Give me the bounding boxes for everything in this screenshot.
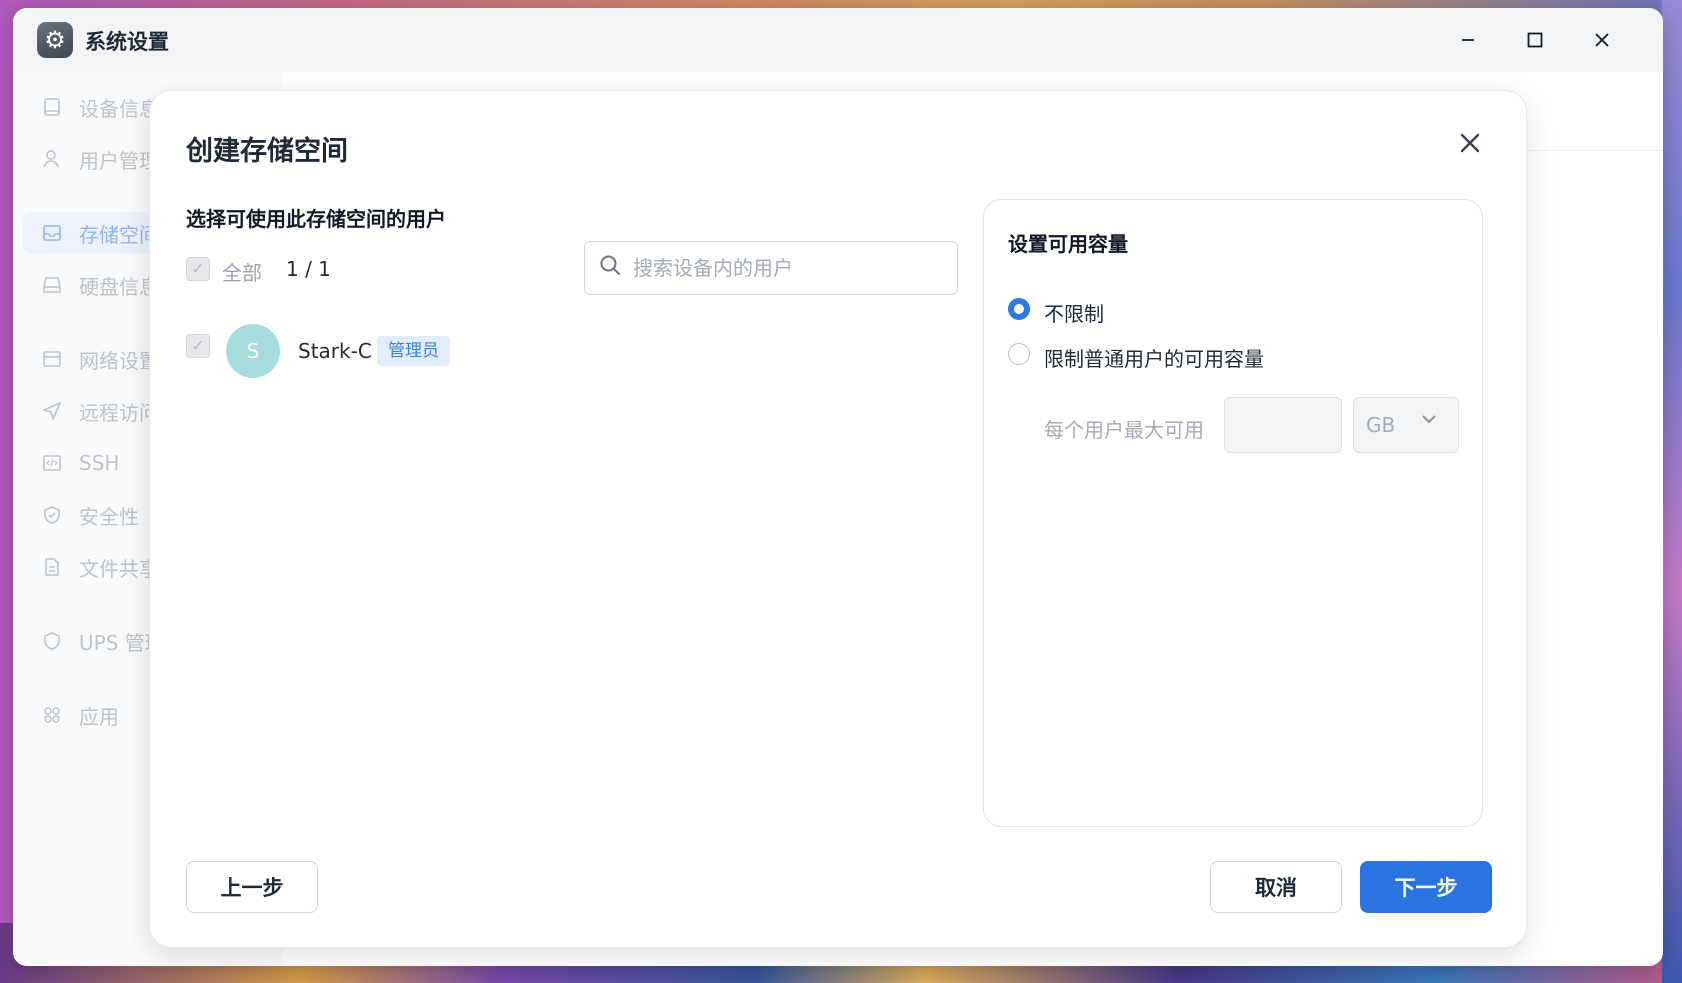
- user-name: Stark-C: [298, 339, 372, 363]
- select-all-label: 全部: [222, 261, 262, 285]
- capacity-title: 设置可用容量: [1008, 232, 1128, 256]
- max-capacity-label: 每个用户最大可用: [1044, 418, 1204, 442]
- unit-value: GB: [1366, 413, 1396, 437]
- users-section-title: 选择可使用此存储空间的用户: [186, 207, 446, 231]
- close-icon: [1595, 33, 1609, 47]
- next-step-button[interactable]: 下一步: [1360, 861, 1492, 913]
- maximize-icon: [1527, 32, 1543, 48]
- minimize-button[interactable]: [1450, 24, 1486, 56]
- create-storage-dialog: 创建存储空间 选择可使用此存储空间的用户 ✓ 全部 1 / 1 ✓ S Star…: [149, 90, 1527, 948]
- search-icon: [599, 254, 621, 282]
- dialog-close-button[interactable]: [1452, 125, 1488, 161]
- close-icon: [1460, 133, 1480, 153]
- capacity-panel: 设置可用容量 不限制 限制普通用户的可用容量 每个用户最大可用 GB: [983, 199, 1483, 827]
- select-all-checkbox[interactable]: ✓: [186, 257, 210, 281]
- previous-step-button[interactable]: 上一步: [186, 861, 318, 913]
- max-capacity-input[interactable]: [1224, 397, 1342, 453]
- maximize-button[interactable]: [1517, 24, 1553, 56]
- unit-select[interactable]: GB: [1353, 397, 1459, 453]
- check-icon: ✓: [191, 336, 205, 355]
- selected-count: 1 / 1: [286, 257, 331, 281]
- wallpaper-edge: [1662, 0, 1682, 983]
- check-icon: ✓: [191, 259, 205, 278]
- radio-unlimited[interactable]: [1008, 298, 1030, 320]
- chevron-down-icon: [1420, 410, 1438, 433]
- avatar: S: [226, 324, 280, 378]
- window-title: 系统设置: [85, 30, 169, 54]
- user-search-box[interactable]: [584, 241, 958, 295]
- user-checkbox[interactable]: ✓: [186, 334, 210, 358]
- user-search-input[interactable]: [631, 255, 935, 281]
- radio-unlimited-label[interactable]: 不限制: [1044, 298, 1104, 327]
- cancel-button[interactable]: 取消: [1210, 861, 1342, 913]
- minimize-icon: [1462, 39, 1474, 41]
- window-close-button[interactable]: [1584, 24, 1620, 56]
- title-bar: ⚙ 系统设置: [13, 8, 1663, 72]
- gear-icon: ⚙: [37, 22, 73, 58]
- radio-limit[interactable]: [1008, 343, 1030, 365]
- dialog-title: 创建存储空间: [186, 136, 348, 167]
- radio-limit-label[interactable]: 限制普通用户的可用容量: [1044, 343, 1264, 372]
- role-badge: 管理员: [377, 336, 450, 366]
